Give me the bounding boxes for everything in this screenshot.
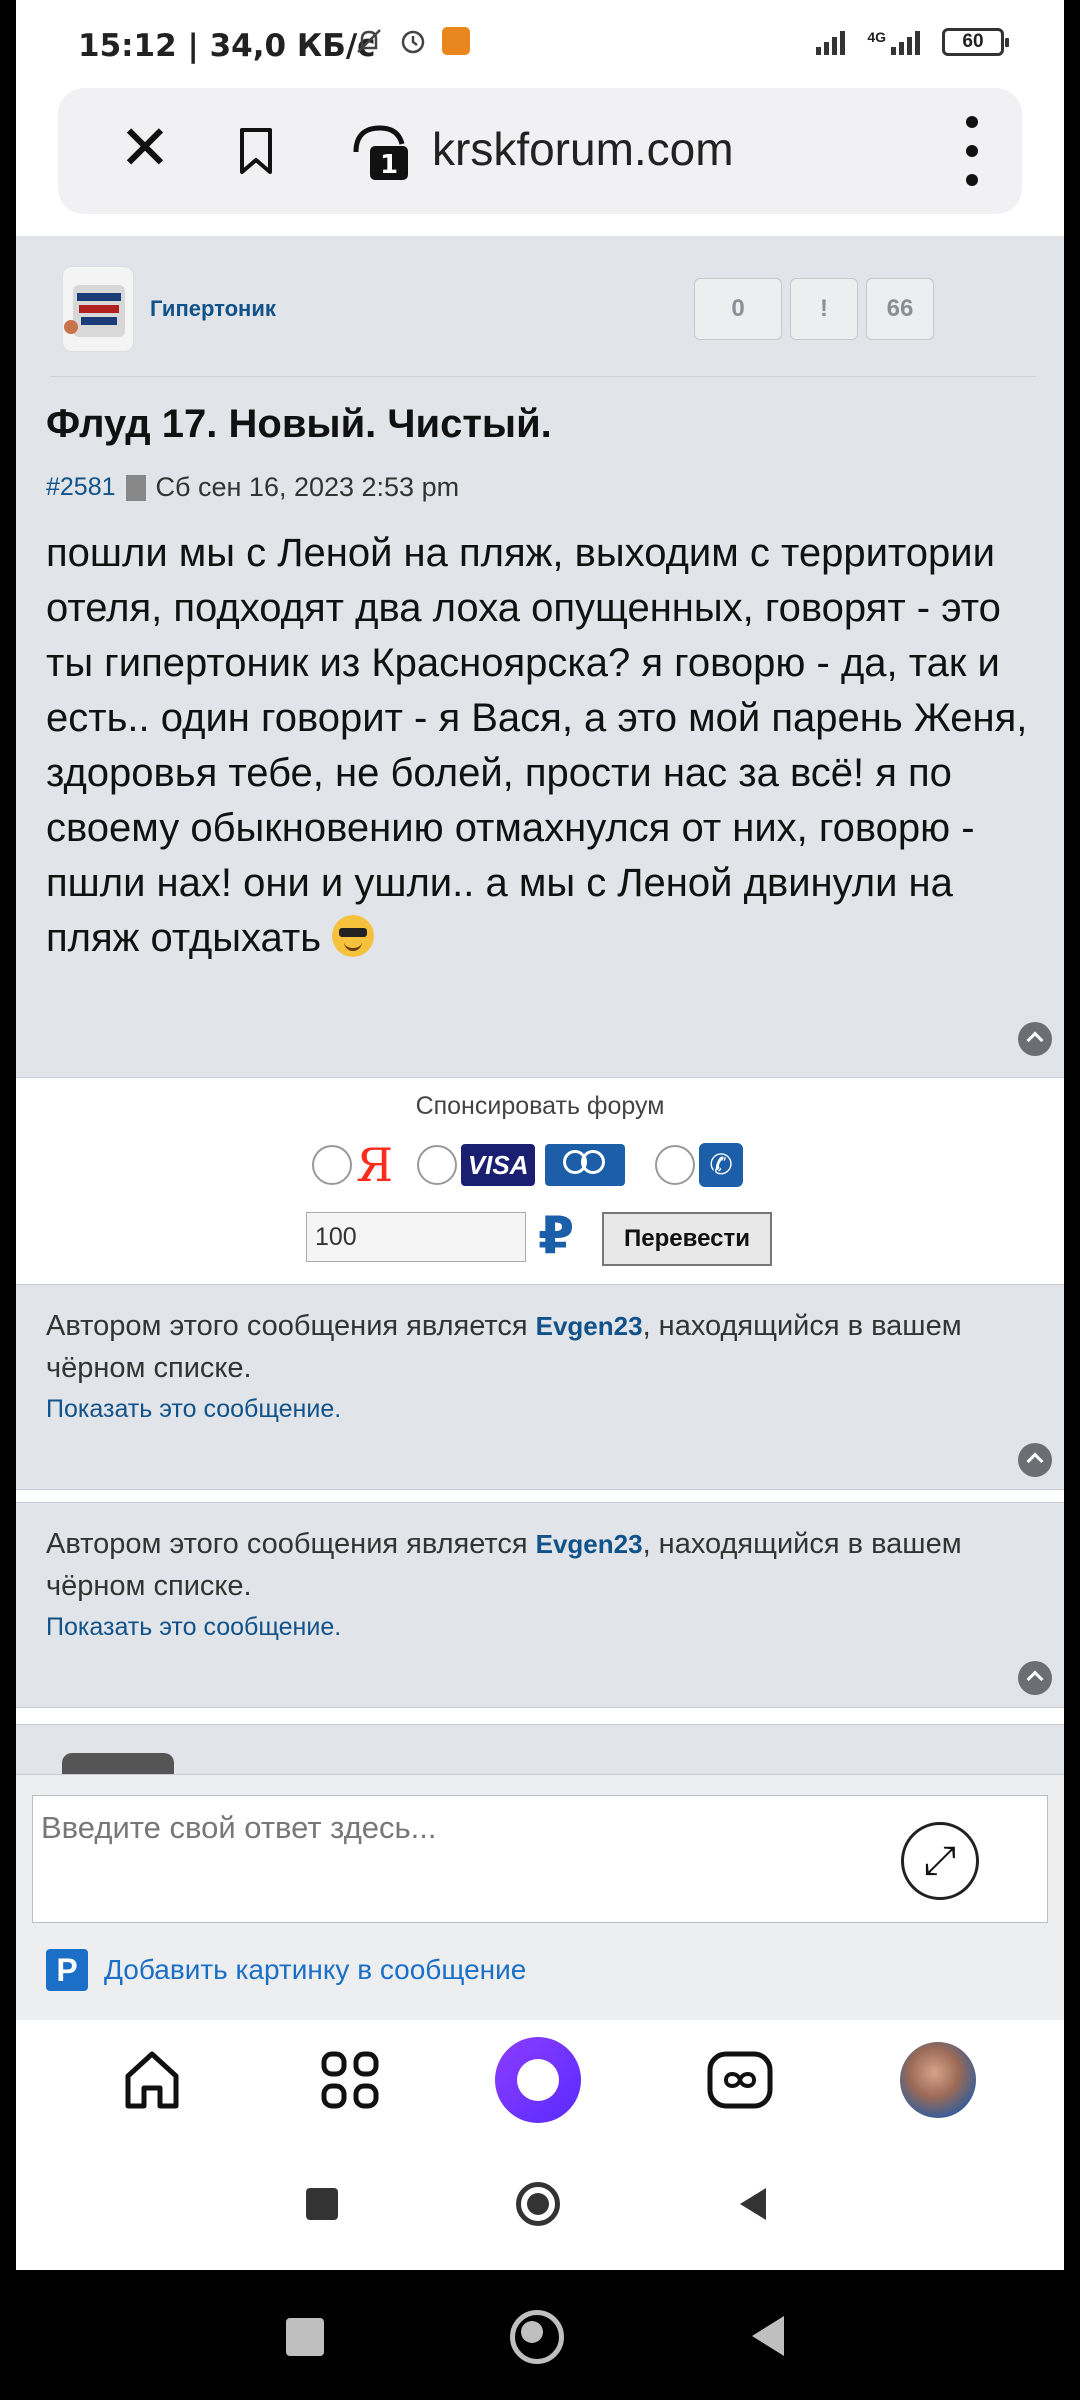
bookmark-icon[interactable] [236,126,276,176]
ruble-icon: ₽ [538,1207,575,1265]
recents-icon[interactable] [286,2318,324,2356]
forum-page: Гипертоник 0 ! 66 Флуд 17. Новый. Чистый… [16,236,1064,2036]
reply-placeholder: Введите свой ответ здесь... [41,1810,437,1845]
yandex-pay-icon: Я [356,1138,394,1192]
back-icon[interactable] [752,2316,784,2356]
status-time: 15:12 | 34,0 КБ/с [78,28,376,64]
status-right: 4G 60 [816,28,1009,56]
status-bar: 15:12 | 34,0 КБ/с 4G 60 [16,0,1064,85]
reply-textarea[interactable]: Введите свой ответ здесь... ⤢ [32,1795,1048,1923]
post-meta: #2581 Сб сен 16, 2023 2:53 pm [46,472,459,503]
home-circle-icon[interactable] [510,2310,564,2364]
avatar-image [63,267,133,351]
blocked-post: Автором этого сообщения является Evgen23… [16,1502,1064,1708]
radio-phone[interactable] [655,1145,696,1185]
tabs-infinity-icon[interactable] [696,2036,784,2124]
url-domain[interactable]: krskforum.com [432,122,734,176]
post-body: пошли мы с Леной на пляж, выходим с терр… [46,531,1028,960]
scroll-top-icon[interactable] [1018,1661,1052,1695]
back-icon[interactable] [740,2188,766,2220]
forum-post: Гипертоник 0 ! 66 Флуд 17. Новый. Чистый… [16,236,1064,1078]
signal-icon [816,29,846,55]
recents-icon[interactable] [306,2188,338,2220]
home-icon[interactable] [108,2036,196,2124]
show-post-link[interactable]: Показать это сообщение. [46,1395,341,1424]
signal-4g-icon: 4G [867,29,920,55]
address-bar[interactable]: ✕ 1 krskforum.com [58,88,1022,214]
sponsor-block: Спонсировать форум Я VISA ✆ 100 ₽ Переве… [16,1078,1064,1290]
svg-text:1: 1 [380,150,398,180]
quick-reply: Введите свой ответ здесь... ⤢ P Добавить… [16,1774,1064,2020]
transfer-button[interactable]: Перевести [602,1212,772,1266]
blocked-user-link[interactable]: Evgen23 [536,1529,643,1559]
browser-bottom-nav [16,2020,1064,2140]
blocked-message: Автором этого сообщения является Evgen23… [46,1310,962,1384]
visa-icon: VISA [461,1144,536,1186]
scroll-top-icon[interactable] [1018,1022,1052,1056]
like-count-button[interactable]: 0 [694,278,782,340]
document-icon [125,474,146,501]
post-date: Сб сен 16, 2023 2:53 pm [155,472,460,502]
quote-button[interactable]: 66 [866,278,934,340]
sponsor-label: Спонсировать форум [415,1092,665,1120]
radio-yandex[interactable] [312,1145,352,1185]
blocked-post: Автором этого сообщения является Evgen23… [16,1284,1064,1490]
status-notification-icons [354,26,470,56]
phone-screen: 15:12 | 34,0 КБ/с 4G 60 ✕ 1 krskforum.co… [16,0,1064,2270]
battery-icon: 60 [942,28,1009,56]
mastercard-icon [545,1144,626,1186]
author-name[interactable]: Гипертоник [150,296,276,322]
amount-input[interactable]: 100 [306,1212,526,1262]
add-picture-link[interactable]: P Добавить картинку в сообщение [46,1949,526,1991]
phone-pay-icon: ✆ [699,1143,744,1187]
mute-bell-icon [357,29,381,53]
post-title[interactable]: Флуд 17. Новый. Чистый. [46,402,552,447]
author-avatar[interactable] [62,266,134,352]
apps-grid-icon[interactable] [306,2036,394,2124]
add-picture-label: Добавить картинку в сообщение [104,1954,527,1985]
close-icon[interactable]: ✕ [112,118,178,184]
cool-sunglasses-emoji-icon [332,915,375,957]
blocked-user-link[interactable]: Evgen23 [536,1311,643,1341]
report-button[interactable]: ! [790,278,858,340]
scroll-top-icon[interactable] [1018,1443,1052,1477]
alarm-icon [401,30,425,54]
app-notification-icon [442,27,470,55]
payment-options: Я VISA ✆ [312,1138,744,1192]
blocked-message: Автором этого сообщения является Evgen23… [46,1528,962,1602]
expand-icon[interactable]: ⤢ [901,1822,979,1900]
system-nav-bar [0,2270,1080,2400]
post-actions: 0 ! 66 [694,278,934,340]
post-number-link[interactable]: #2581 [46,473,116,502]
postimage-icon: P [46,1949,88,1991]
show-post-link[interactable]: Показать это сообщение. [46,1613,341,1642]
post-divider [50,376,1036,377]
inner-system-nav [16,2140,1064,2270]
alice-assistant-icon[interactable] [494,2036,582,2124]
home-circle-icon[interactable] [516,2182,560,2226]
more-vert-icon[interactable] [962,116,982,186]
radio-card[interactable] [417,1145,458,1185]
lock-tab-icon[interactable]: 1 [348,120,412,184]
profile-avatar[interactable] [894,2036,982,2124]
